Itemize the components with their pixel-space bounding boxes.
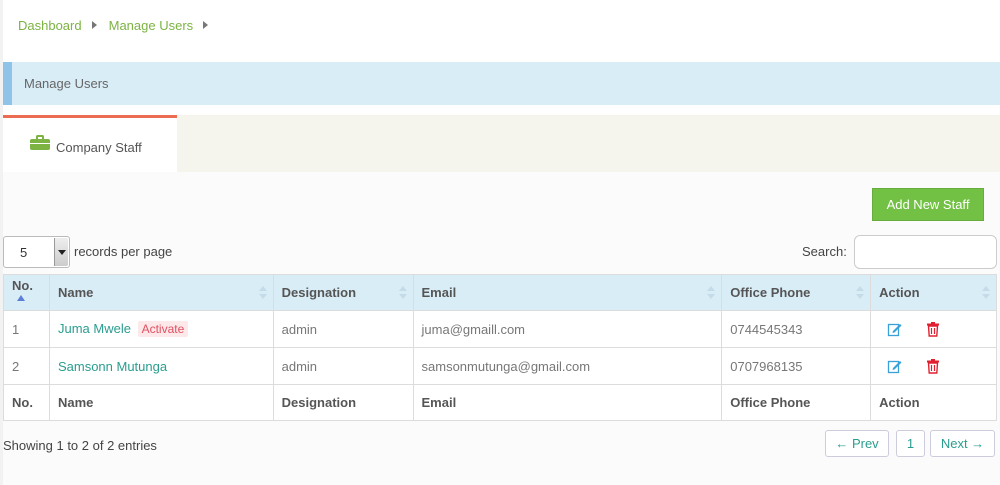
edit-icon[interactable]	[887, 321, 903, 337]
tab-label: Company Staff	[56, 139, 142, 155]
breadcrumb: Dashboard Manage Users	[18, 16, 220, 34]
cell-no: 2	[3, 347, 50, 385]
panel-title: Manage Users	[24, 76, 109, 91]
table-footer-row: No. Name Designation Email Office Phone …	[3, 384, 997, 421]
page-1-button[interactable]: 1	[896, 430, 925, 457]
table-row: 1 Juma Mwele Activate admin juma@gmaill.…	[3, 310, 997, 348]
column-header-no[interactable]: No.	[3, 274, 50, 311]
search-input[interactable]	[854, 235, 997, 269]
prev-page-button[interactable]: ← Prev	[825, 430, 889, 457]
add-new-staff-button[interactable]: Add New Staff	[872, 188, 984, 221]
next-page-button[interactable]: Next →	[930, 430, 995, 457]
sort-icon	[856, 286, 865, 300]
sort-icon	[398, 286, 407, 300]
tab-company-staff[interactable]: Company Staff	[3, 115, 177, 172]
cell-designation: admin	[272, 347, 414, 385]
staff-name-link[interactable]: Samsonn Mutunga	[58, 359, 167, 374]
trash-icon[interactable]	[925, 321, 941, 337]
column-header-office-phone[interactable]: Office Phone	[721, 274, 872, 311]
cell-designation: admin	[272, 310, 414, 348]
cell-email: samsonmutunga@gmail.com	[412, 347, 723, 385]
tab-bar: Company Staff	[3, 115, 1000, 172]
cell-office-phone: 0744545343	[721, 310, 872, 348]
records-per-page-label: records per page	[74, 244, 173, 259]
records-per-page-select[interactable]: 5	[3, 236, 70, 268]
breadcrumb-manage-users[interactable]: Manage Users	[109, 18, 194, 33]
breadcrumb-dashboard[interactable]: Dashboard	[18, 18, 82, 33]
edit-icon[interactable]	[887, 358, 903, 374]
staff-table: No. Name Designation Email Office Phone …	[3, 274, 997, 421]
cell-office-phone: 0707968135	[721, 347, 872, 385]
footer-office-phone: Office Phone	[721, 384, 872, 421]
tab-content: Add New Staff 5 records per page Search:…	[3, 172, 1000, 485]
chevron-down-icon[interactable]	[54, 238, 68, 266]
sort-icon	[982, 286, 990, 300]
caret-right-icon	[91, 21, 97, 29]
sort-icon	[707, 286, 716, 300]
cell-name: Samsonn Mutunga	[48, 347, 274, 385]
trash-icon[interactable]	[925, 358, 941, 374]
records-per-page-value: 5	[20, 245, 28, 260]
staff-name-link[interactable]: Juma Mwele	[58, 321, 131, 336]
column-header-name[interactable]: Name	[48, 274, 274, 311]
page: Dashboard Manage Users Manage Users Comp…	[3, 0, 1000, 485]
table-header-row: No. Name Designation Email Office Phone …	[3, 274, 997, 311]
sort-asc-icon	[17, 294, 25, 301]
sort-icon	[258, 286, 267, 300]
column-header-designation[interactable]: Designation	[272, 274, 414, 311]
search-label: Search:	[802, 244, 847, 259]
cell-name: Juma Mwele Activate	[48, 310, 274, 348]
footer-email: Email	[412, 384, 723, 421]
column-header-action[interactable]: Action	[870, 274, 997, 311]
cell-no: 1	[3, 310, 50, 348]
footer-designation: Designation	[272, 384, 414, 421]
table-row: 2 Samsonn Mutunga admin samsonmutunga@gm…	[3, 347, 997, 385]
footer-action: Action	[870, 384, 997, 421]
cell-email: juma@gmaill.com	[412, 310, 723, 348]
activate-badge[interactable]: Activate	[137, 321, 189, 337]
footer-name: Name	[48, 384, 274, 421]
panel-heading: Manage Users	[3, 62, 1000, 105]
footer-no: No.	[3, 384, 50, 421]
cell-action	[870, 310, 997, 348]
briefcase-icon	[30, 134, 50, 150]
column-header-email[interactable]: Email	[412, 274, 723, 311]
cell-action	[870, 347, 997, 385]
table-info: Showing 1 to 2 of 2 entries	[3, 438, 157, 453]
caret-right-icon	[203, 21, 209, 29]
